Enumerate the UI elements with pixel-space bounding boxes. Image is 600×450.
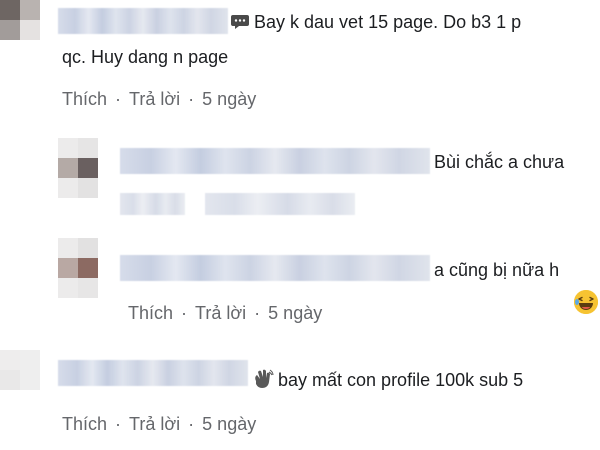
like-link[interactable]: Thích [62,414,107,435]
avatar[interactable] [0,350,40,390]
blurred-comment-actions [205,193,355,215]
timestamp[interactable]: 5 ngày [202,414,256,435]
avatar[interactable] [58,238,98,298]
laughing-emoji-icon [574,290,598,314]
blurred-commenter-name [58,8,228,34]
comment-actions: Thích · Trả lời · 5 ngày [128,303,322,324]
comment-text: Bùi chắc a chưa [434,152,565,172]
comment-text: bay mất con profile 100k sub 5 [252,368,523,392]
blurred-commenter-name [120,255,430,281]
separator: · [181,303,188,323]
comment-text: Bay k dau vet 15 page. Do b3 1 p [230,10,521,34]
avatar[interactable] [0,0,40,40]
avatar[interactable] [58,138,98,198]
separator: · [115,414,122,434]
reply-link[interactable]: Trả lời [129,89,180,110]
separator: · [188,414,195,434]
comment-actions: Thích · Trả lời · 5 ngày [62,89,256,110]
like-link[interactable]: Thích [128,303,173,324]
comment-text: a cũng bị nữa h [434,260,560,280]
like-link[interactable]: Thích [62,89,107,110]
comment-actions: Thích · Trả lời · 5 ngày [62,414,256,435]
reply-link[interactable]: Trả lời [195,303,246,324]
waving-hand-icon [252,369,274,389]
blurred-commenter-name [58,360,248,386]
separator: · [188,89,195,109]
comment-text-line2: qc. Huy dang n page [62,47,229,67]
blurred-commenter-name [120,148,430,174]
blurred-comment-actions [120,193,185,215]
reply-link[interactable]: Trả lời [129,414,180,435]
separator: · [115,89,122,109]
speech-bubble-icon [230,12,250,29]
separator: · [254,303,261,323]
timestamp[interactable]: 5 ngày [202,89,256,110]
timestamp[interactable]: 5 ngày [268,303,322,324]
